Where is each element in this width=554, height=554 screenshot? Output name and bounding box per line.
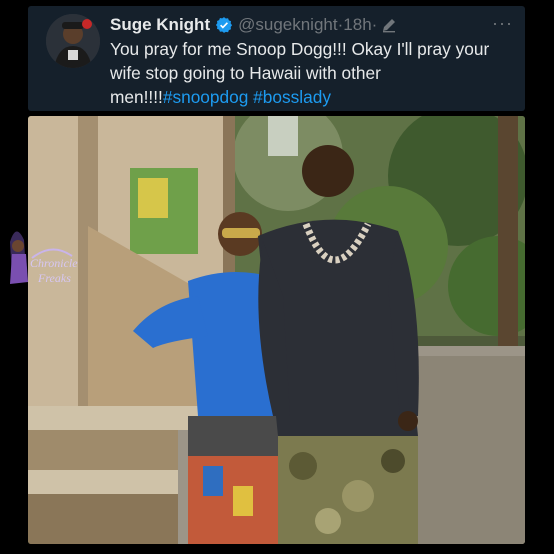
tweet-photo[interactable] bbox=[28, 116, 525, 544]
user-handle[interactable]: @sugeknight bbox=[238, 15, 338, 35]
svg-text:Freaks: Freaks bbox=[37, 271, 71, 285]
timestamp[interactable]: 18h bbox=[343, 15, 371, 35]
hashtag-link[interactable]: #snoopdog bbox=[163, 87, 249, 107]
more-options-icon[interactable]: ··· bbox=[492, 13, 513, 34]
svg-text:Chronicle: Chronicle bbox=[30, 256, 78, 270]
tweet-header: Suge Knight @sugeknight · 18h · ··· bbox=[110, 13, 513, 37]
tweet-card: Suge Knight @sugeknight · 18h · ··· You … bbox=[28, 6, 525, 111]
avatar[interactable] bbox=[46, 14, 100, 68]
hashtag-link[interactable]: #bosslady bbox=[253, 87, 331, 107]
edit-pencil-icon bbox=[381, 17, 397, 33]
tweet-text: You pray for me Snoop Dogg!!! Okay I'll … bbox=[110, 37, 515, 109]
chronicle-freaks-logo: Chronicle Freaks bbox=[2, 222, 97, 294]
verified-badge-icon bbox=[215, 16, 233, 34]
display-name[interactable]: Suge Knight bbox=[110, 15, 210, 35]
separator: · bbox=[371, 15, 378, 34]
